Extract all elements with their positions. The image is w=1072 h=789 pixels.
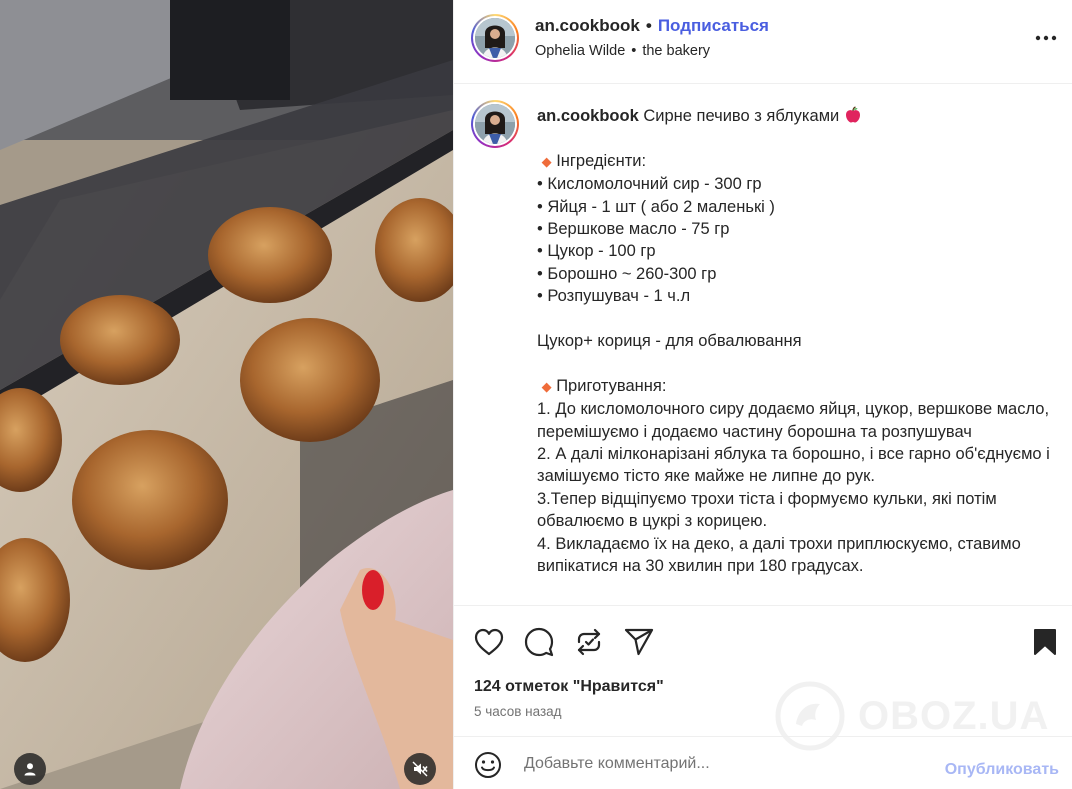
paper-plane-icon <box>624 628 654 656</box>
likes-count[interactable]: 124 отметок "Нравится" <box>474 678 664 696</box>
like-button[interactable] <box>472 625 506 659</box>
step-item: 1. До кисломолочного сиру додаємо яйця, … <box>537 400 1050 441</box>
apple-icon <box>845 106 860 123</box>
post-timestamp[interactable]: 5 часов назад <box>474 704 562 719</box>
follow-button[interactable]: Подписаться <box>658 16 769 36</box>
caption-title: Сирне печиво з яблуками <box>643 107 840 125</box>
steps-heading-line: ◆ Приготування: <box>537 375 1057 398</box>
comment-composer: Опубликовать <box>454 736 1072 789</box>
step-item: 4. Викладаємо їх на деко, а далі трохи п… <box>537 534 1021 576</box>
post-header: an.cookbook • Подписаться Ophelia Wilde … <box>454 0 1072 84</box>
emoji-picker-button[interactable] <box>472 749 504 781</box>
ingredients-heading: Інгредієнти: <box>556 151 647 170</box>
author-avatar[interactable] <box>471 14 519 62</box>
comment-bubble-icon <box>524 627 554 657</box>
post-caption: an.cookbook Сирне печиво з яблуками ◆ Ін… <box>537 105 1057 577</box>
media-video-frame <box>0 0 453 789</box>
more-horizontal-icon <box>1035 35 1057 41</box>
avatar-photo-icon <box>475 18 515 58</box>
orange-diamond-icon: ◆ <box>541 153 552 169</box>
step-item: 3.Тепер відщіпуємо трохи тіста і формуєм… <box>537 489 997 531</box>
ingredient-item: • Кисломолочний сир - 300 гр <box>537 175 762 194</box>
bookmark-filled-icon <box>1034 629 1056 655</box>
ingredient-item: • Цукор - 100 гр <box>537 242 656 261</box>
subheader-separator: • <box>631 43 637 59</box>
ingredient-item: • Розпушувач - 1 ч.л <box>537 287 691 306</box>
comment-button[interactable] <box>522 625 556 659</box>
comment-input[interactable] <box>524 751 924 777</box>
post-side-panel: an.cookbook • Подписаться Ophelia Wilde … <box>453 0 1072 789</box>
ingredients-heading-line: ◆ Інгредієнти: <box>537 150 1057 173</box>
publish-comment-button[interactable]: Опубликовать <box>945 761 1059 779</box>
post-media[interactable] <box>0 0 453 789</box>
heart-icon <box>474 628 504 656</box>
ingredient-item: • Борошно ~ 260-300 гр <box>537 264 717 283</box>
step-item: 2. А далі мілконарізані яблука та борошн… <box>537 445 1050 486</box>
post-actions: 124 отметок "Нравится" 5 часов назад <box>454 605 1072 735</box>
caption-author-avatar[interactable] <box>471 100 519 148</box>
share-button[interactable] <box>622 625 656 659</box>
repost-button[interactable] <box>572 625 606 659</box>
user-icon <box>24 763 36 776</box>
repost-icon <box>577 628 601 656</box>
steps-heading: Приготування: <box>556 376 667 395</box>
location-link[interactable]: the bakery <box>642 43 710 59</box>
smiley-icon <box>475 752 501 778</box>
ingredient-item: • Яйця - 1 шт ( або 2 маленькі ) <box>537 197 775 216</box>
ingredient-item: • Вершкове масло - 75 гр <box>537 220 730 239</box>
save-button[interactable] <box>1028 625 1062 659</box>
tagged-users-button[interactable] <box>14 753 46 785</box>
caption-section: an.cookbook Сирне печиво з яблуками ◆ Ін… <box>454 85 1072 605</box>
coating-note: Цукор+ кориця - для обвалювання <box>537 332 802 351</box>
avatar-photo-icon <box>475 104 515 144</box>
muted-speaker-icon <box>412 761 428 777</box>
more-options-button[interactable] <box>1031 24 1061 52</box>
audio-link[interactable]: Ophelia Wilde <box>535 43 625 59</box>
orange-diamond-icon: ◆ <box>541 378 552 394</box>
mute-button[interactable] <box>404 753 436 785</box>
header-separator: • <box>645 16 652 35</box>
author-username[interactable]: an.cookbook <box>535 16 640 36</box>
caption-username[interactable]: an.cookbook <box>537 107 639 125</box>
